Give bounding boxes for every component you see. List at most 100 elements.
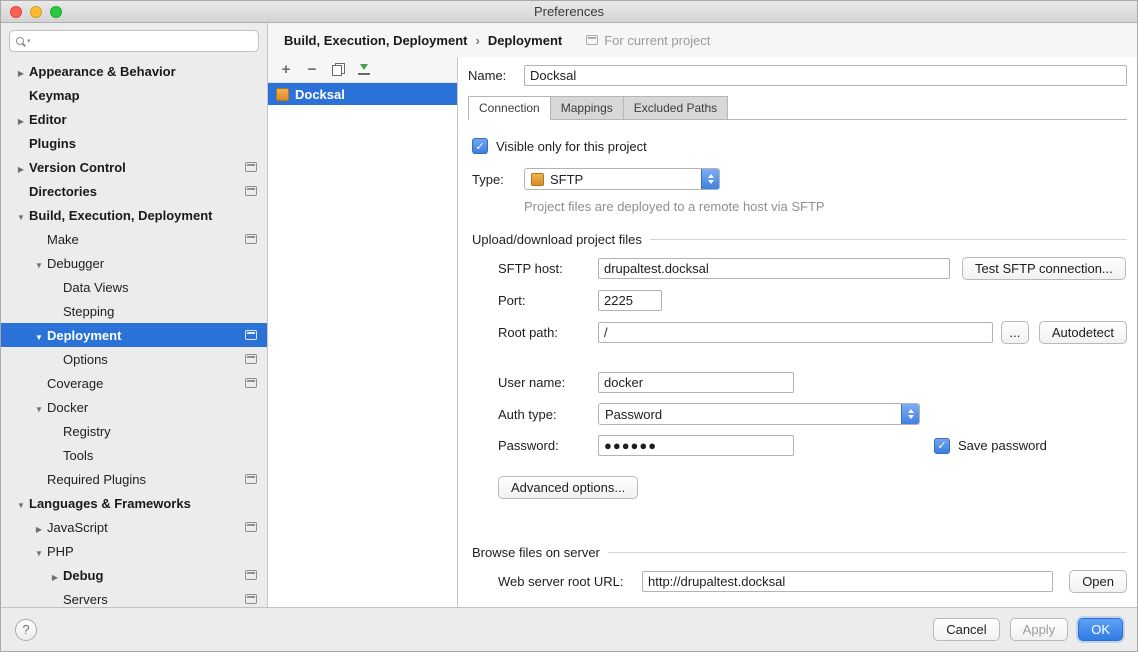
chevron-down-icon[interactable] <box>13 208 29 223</box>
password-label: Password: <box>498 438 598 453</box>
autodetect-button[interactable]: Autodetect <box>1039 321 1127 344</box>
combo-stepper-icon[interactable] <box>901 403 919 425</box>
per-project-icon <box>245 234 257 244</box>
sftp-icon <box>531 173 544 186</box>
chevron-down-icon[interactable] <box>31 328 47 343</box>
per-project-icon <box>245 378 257 388</box>
name-row: Name: <box>468 65 1127 86</box>
preferences-window: Preferences ▾ Appearance & Behavior Keym… <box>0 0 1138 652</box>
user-name-row: User name: <box>498 372 1127 393</box>
chevron-right-icon[interactable] <box>13 160 29 175</box>
zoom-window-icon[interactable] <box>50 6 62 18</box>
browse-group-title: Browse files on server <box>472 545 600 560</box>
server-list-panel: + − Docksal <box>268 57 458 607</box>
chevron-right-icon[interactable] <box>31 520 47 535</box>
port-label: Port: <box>498 293 598 308</box>
server-list-item-docksal[interactable]: Docksal <box>268 83 457 105</box>
ok-button[interactable]: OK <box>1078 618 1123 641</box>
open-button[interactable]: Open <box>1069 570 1127 593</box>
web-root-row: Web server root URL: Open <box>498 570 1127 593</box>
sidebar-item-required-plugins[interactable]: Required Plugins <box>1 467 267 491</box>
sftp-host-label: SFTP host: <box>498 261 598 276</box>
tab-connection[interactable]: Connection <box>468 96 551 120</box>
add-icon[interactable]: + <box>278 62 294 78</box>
browse-root-path-button[interactable]: ... <box>1001 321 1029 344</box>
sidebar-item-coverage[interactable]: Coverage <box>1 371 267 395</box>
sftp-host-field[interactable] <box>598 258 950 279</box>
sidebar-search-wrap: ▾ <box>1 23 267 57</box>
sidebar-item-directories[interactable]: Directories <box>1 179 267 203</box>
sidebar-item-plugins[interactable]: Plugins <box>1 131 267 155</box>
port-row: Port: <box>498 290 1127 311</box>
chevron-right-icon[interactable] <box>47 568 63 583</box>
breadcrumb-parent[interactable]: Build, Execution, Deployment <box>284 33 467 48</box>
tab-mappings[interactable]: Mappings <box>550 96 624 119</box>
sidebar-item-editor[interactable]: Editor <box>1 107 267 131</box>
combo-stepper-icon[interactable] <box>701 168 719 190</box>
per-project-icon <box>245 186 257 196</box>
visible-only-row: Visible only for this project <box>472 138 1127 154</box>
tab-bar: Connection Mappings Excluded Paths <box>468 96 1127 120</box>
web-root-field[interactable] <box>642 571 1053 592</box>
sidebar-item-languages-frameworks[interactable]: Languages & Frameworks <box>1 491 267 515</box>
user-name-field[interactable] <box>598 372 794 393</box>
sidebar-item-registry[interactable]: Registry <box>1 419 267 443</box>
content-area: Build, Execution, Deployment › Deploymen… <box>268 23 1137 607</box>
type-label: Type: <box>472 172 524 187</box>
settings-tree: Appearance & Behavior Keymap Editor Plug… <box>1 57 267 611</box>
auth-type-select[interactable]: Password <box>598 403 920 425</box>
sidebar-item-build-execution-deployment[interactable]: Build, Execution, Deployment <box>1 203 267 227</box>
root-path-field[interactable] <box>598 322 993 343</box>
sidebar-item-keymap[interactable]: Keymap <box>1 83 267 107</box>
remove-icon[interactable]: − <box>304 62 320 78</box>
sidebar-item-appearance-behavior[interactable]: Appearance & Behavior <box>1 59 267 83</box>
per-project-icon <box>245 594 257 604</box>
sidebar-item-deployment[interactable]: Deployment <box>1 323 267 347</box>
apply-button[interactable]: Apply <box>1010 618 1069 641</box>
main-area: ▾ Appearance & Behavior Keymap Editor <box>1 23 1137 607</box>
server-toolbar: + − <box>268 57 457 83</box>
sidebar-item-php[interactable]: PHP <box>1 539 267 563</box>
close-window-icon[interactable] <box>10 6 22 18</box>
type-select[interactable]: SFTP <box>524 168 720 190</box>
test-sftp-connection-button[interactable]: Test SFTP connection... <box>962 257 1126 280</box>
search-input[interactable]: ▾ <box>9 30 259 52</box>
cancel-button[interactable]: Cancel <box>933 618 999 641</box>
port-field[interactable] <box>598 290 662 311</box>
duplicate-icon <box>332 63 345 76</box>
save-password-checkbox[interactable] <box>934 438 950 454</box>
chevron-right-icon[interactable] <box>13 64 29 79</box>
sidebar-item-tools[interactable]: Tools <box>1 443 267 467</box>
chevron-down-icon[interactable] <box>31 544 47 559</box>
name-field[interactable] <box>524 65 1127 86</box>
advanced-options-button[interactable]: Advanced options... <box>498 476 638 499</box>
name-label: Name: <box>468 68 524 83</box>
sidebar-item-stepping[interactable]: Stepping <box>1 299 267 323</box>
help-button[interactable]: ? <box>15 619 37 641</box>
sidebar-item-version-control[interactable]: Version Control <box>1 155 267 179</box>
sidebar-item-debugger[interactable]: Debugger <box>1 251 267 275</box>
chevron-down-icon[interactable] <box>13 496 29 511</box>
sidebar-item-javascript[interactable]: JavaScript <box>1 515 267 539</box>
sidebar-item-data-views[interactable]: Data Views <box>1 275 267 299</box>
visible-only-checkbox[interactable] <box>472 138 488 154</box>
sftp-icon <box>276 88 289 101</box>
minimize-window-icon[interactable] <box>30 6 42 18</box>
connection-tab-content: Visible only for this project Type: SFTP <box>468 120 1127 593</box>
password-row: Password: Save password <box>498 435 1127 456</box>
chevron-down-icon[interactable] <box>31 256 47 271</box>
window-controls <box>10 6 62 18</box>
sidebar-item-make[interactable]: Make <box>1 227 267 251</box>
window-title: Preferences <box>534 4 604 19</box>
chevron-down-icon[interactable] <box>31 400 47 415</box>
sidebar-item-debug[interactable]: Debug <box>1 563 267 587</box>
password-field[interactable] <box>598 435 794 456</box>
tab-excluded-paths[interactable]: Excluded Paths <box>623 96 728 119</box>
sidebar-item-docker[interactable]: Docker <box>1 395 267 419</box>
sidebar-item-options[interactable]: Options <box>1 347 267 371</box>
per-project-icon <box>245 522 257 532</box>
breadcrumb-separator: › <box>475 33 479 48</box>
search-history-chevron-icon[interactable]: ▾ <box>27 37 31 45</box>
chevron-right-icon[interactable] <box>13 112 29 127</box>
import-icon <box>358 63 371 76</box>
